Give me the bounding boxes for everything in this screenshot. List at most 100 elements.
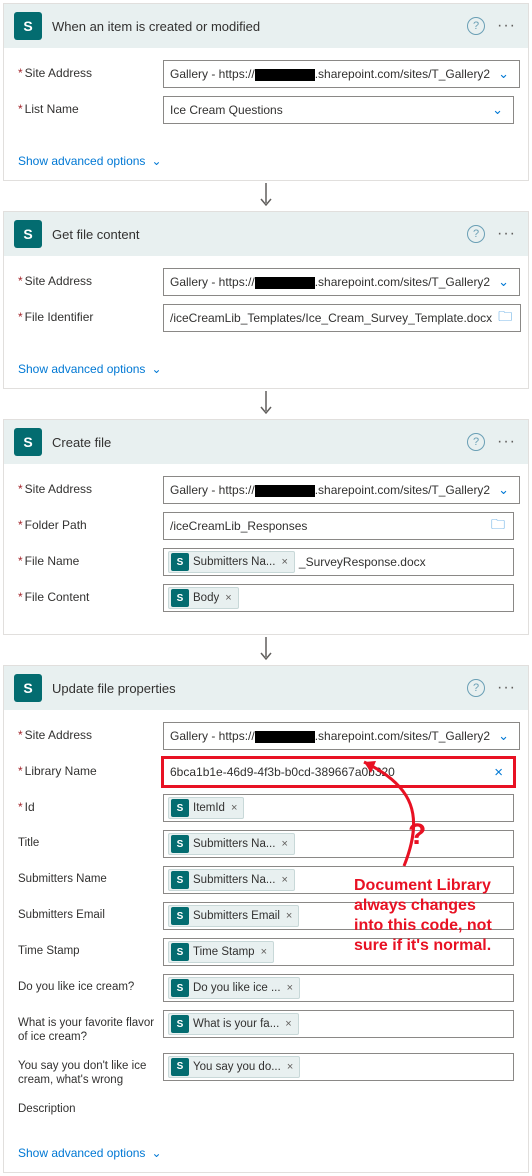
site-address-dropdown[interactable]: Gallery - https://.sharepoint.com/sites/… [163,60,520,88]
dynamic-token[interactable]: SDo you like ice ...× [168,977,300,999]
folder-picker-icon[interactable]: 🗀 [489,514,507,538]
show-advanced-link[interactable]: Show advanced options⌄ [4,146,528,180]
library-name-value: 6bca1b1e-46d9-4f3b-b0cd-389667a0b320 [170,765,486,779]
folder-path-input[interactable]: /iceCreamLib_Responses 🗀 [163,512,514,540]
clear-icon[interactable]: × [490,764,507,781]
list-name-dropdown[interactable]: Ice Cream Questions ⌄ [163,96,514,124]
sharepoint-icon: S [171,1058,189,1076]
label-site-address: Site Address [18,268,163,288]
token-remove-icon[interactable]: × [223,592,233,604]
dynamic-token[interactable]: S Body × [168,587,239,609]
chevron-down-icon: ⌄ [151,1146,161,1160]
chevron-down-icon[interactable]: ⌄ [494,728,513,744]
dynamic-token[interactable]: STime Stamp× [168,941,274,963]
dynamic-token[interactable]: SItemId× [168,797,244,819]
redacted-text [255,731,315,743]
q1-input[interactable]: SDo you like ice ...× [163,974,514,1002]
dynamic-token[interactable]: S Submitters Na... × [168,551,295,573]
file-name-suffix: _SurveyResponse.docx [299,555,426,569]
help-icon[interactable]: ? [467,679,485,697]
card-trigger: S When an item is created or modified ? … [3,3,529,181]
flow-arrow-icon [3,389,529,419]
chevron-down-icon[interactable]: ⌄ [494,482,513,498]
label-description: Description [18,1096,163,1116]
time-stamp-input[interactable]: STime Stamp× [163,938,514,966]
flow-arrow-icon [3,635,529,665]
label-time-stamp: Time Stamp [18,938,163,958]
redacted-text [255,69,315,81]
sharepoint-icon: S [14,12,42,40]
redacted-text [255,277,315,289]
token-remove-icon[interactable]: × [285,982,295,994]
card-title: Create file [52,435,457,450]
submitters-email-input[interactable]: SSubmitters Email× [163,902,514,930]
card-header[interactable]: S When an item is created or modified ? … [4,4,528,48]
title-input[interactable]: SSubmitters Na...× [163,830,514,858]
chevron-down-icon[interactable]: ⌄ [494,66,513,82]
sharepoint-icon: S [171,943,189,961]
dynamic-token[interactable]: SYou say you do...× [168,1056,300,1078]
list-name-value: Ice Cream Questions [170,103,484,117]
file-name-input[interactable]: S Submitters Na... × _SurveyResponse.doc… [163,548,514,576]
dynamic-token[interactable]: SSubmitters Email× [168,905,299,927]
more-icon[interactable]: ··· [495,17,518,35]
dynamic-token[interactable]: SSubmitters Na...× [168,833,295,855]
label-site-address: Site Address [18,476,163,496]
site-address-dropdown[interactable]: Gallery - https://.sharepoint.com/sites/… [163,722,520,750]
q3-input[interactable]: SYou say you do...× [163,1053,514,1081]
submitters-name-input[interactable]: SSubmitters Na...× [163,866,514,894]
sharepoint-icon: S [14,220,42,248]
site-address-dropdown[interactable]: Gallery - https://.sharepoint.com/sites/… [163,476,520,504]
label-submitters-name: Submitters Name [18,866,163,886]
chevron-down-icon[interactable]: ⌄ [494,274,513,290]
token-remove-icon[interactable]: × [285,1061,295,1073]
label-q1: Do you like ice cream? [18,974,163,994]
chevron-down-icon[interactable]: ⌄ [488,102,507,118]
dynamic-token[interactable]: SSubmitters Na...× [168,869,295,891]
site-address-value: Gallery - https://.sharepoint.com/sites/… [170,483,490,497]
help-icon[interactable]: ? [467,433,485,451]
library-name-input[interactable]: 6bca1b1e-46d9-4f3b-b0cd-389667a0b320 × [163,758,514,786]
sharepoint-icon: S [171,871,189,889]
folder-path-value: /iceCreamLib_Responses [170,519,485,533]
folder-picker-icon[interactable]: 🗀 [496,306,514,330]
show-advanced-link[interactable]: Show advanced options⌄ [4,1138,528,1172]
site-address-dropdown[interactable]: Gallery - https://.sharepoint.com/sites/… [163,268,520,296]
label-library-name: Library Name [18,758,163,778]
id-input[interactable]: SItemId× [163,794,514,822]
dynamic-token[interactable]: SWhat is your fa...× [168,1013,299,1035]
card-header[interactable]: S Update file properties ? ··· [4,666,528,710]
label-title: Title [18,830,163,850]
label-q2: What is your favorite flavor of ice crea… [18,1010,163,1045]
more-icon[interactable]: ··· [495,225,518,243]
label-file-content: File Content [18,584,163,604]
more-icon[interactable]: ··· [495,679,518,697]
token-remove-icon[interactable]: × [279,838,289,850]
token-remove-icon[interactable]: × [283,1018,293,1030]
file-content-input[interactable]: S Body × [163,584,514,612]
help-icon[interactable]: ? [467,17,485,35]
file-identifier-input[interactable]: /iceCreamLib_Templates/Ice_Cream_Survey_… [163,304,521,332]
chevron-down-icon: ⌄ [151,362,161,376]
label-id: Id [18,794,163,814]
site-address-value: Gallery - https://.sharepoint.com/sites/… [170,275,490,289]
card-header[interactable]: S Create file ? ··· [4,420,528,464]
card-update-props: S Update file properties ? ··· Site Addr… [3,665,529,1173]
sharepoint-icon: S [171,553,189,571]
show-advanced-link[interactable]: Show advanced options⌄ [4,354,528,388]
token-remove-icon[interactable]: × [279,556,289,568]
sharepoint-icon: S [14,674,42,702]
card-header[interactable]: S Get file content ? ··· [4,212,528,256]
token-remove-icon[interactable]: × [279,874,289,886]
help-icon[interactable]: ? [467,225,485,243]
token-remove-icon[interactable]: × [284,910,294,922]
token-remove-icon[interactable]: × [259,946,269,958]
q2-input[interactable]: SWhat is your fa...× [163,1010,514,1038]
sharepoint-icon: S [171,799,189,817]
token-remove-icon[interactable]: × [229,802,239,814]
label-file-identifier: File Identifier [18,304,163,324]
more-icon[interactable]: ··· [495,433,518,451]
card-get-file: S Get file content ? ··· Site Address Ga… [3,211,529,389]
file-identifier-value: /iceCreamLib_Templates/Ice_Cream_Survey_… [170,311,492,325]
sharepoint-icon: S [171,589,189,607]
